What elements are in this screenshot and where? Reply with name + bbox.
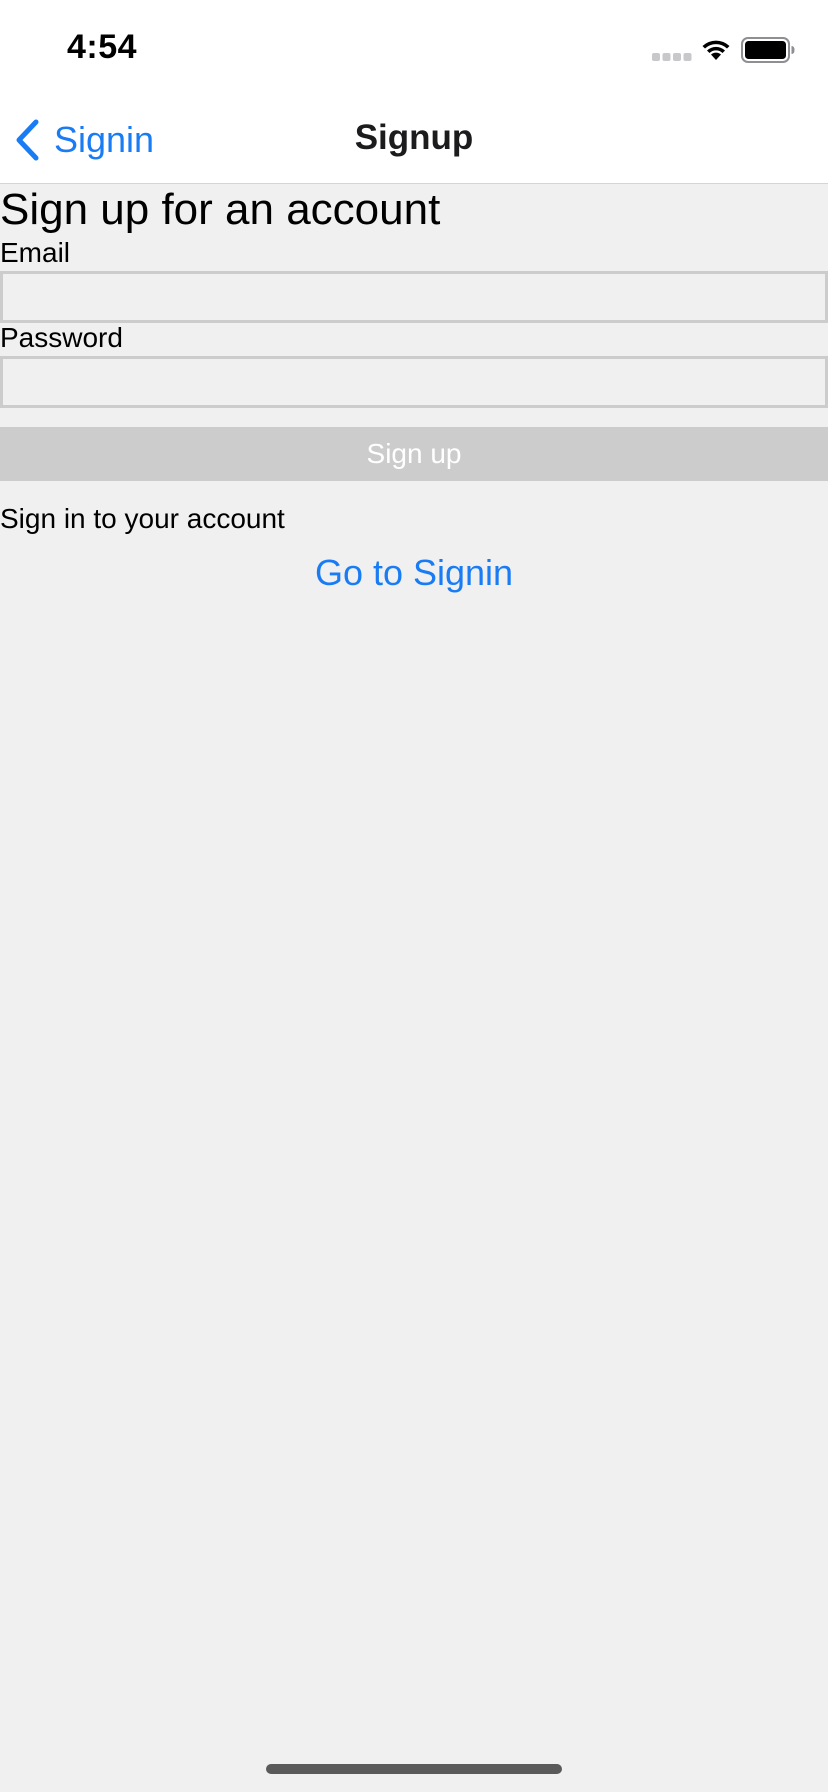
- signup-button[interactable]: Sign up: [0, 427, 828, 481]
- navigation-bar: Signin Signup: [0, 94, 828, 184]
- email-label: Email: [0, 237, 71, 268]
- signup-screen: 4:54 Signin Signup Sign up for an accoun…: [0, 0, 828, 1792]
- go-to-signin-link[interactable]: Go to Signin: [0, 552, 828, 594]
- wifi-icon: [702, 40, 730, 60]
- battery-icon: [741, 37, 795, 63]
- form-heading: Sign up for an account: [0, 185, 441, 234]
- email-field[interactable]: [0, 271, 828, 323]
- signin-prompt: Sign in to your account: [0, 503, 285, 534]
- status-time: 4:54: [67, 28, 138, 66]
- password-field[interactable]: [0, 356, 828, 408]
- page-title: Signup: [354, 118, 474, 157]
- cellular-signal-icon: [652, 53, 692, 61]
- home-indicator[interactable]: [266, 1764, 562, 1774]
- status-bar: 4:54: [0, 0, 828, 94]
- password-label: Password: [0, 322, 123, 353]
